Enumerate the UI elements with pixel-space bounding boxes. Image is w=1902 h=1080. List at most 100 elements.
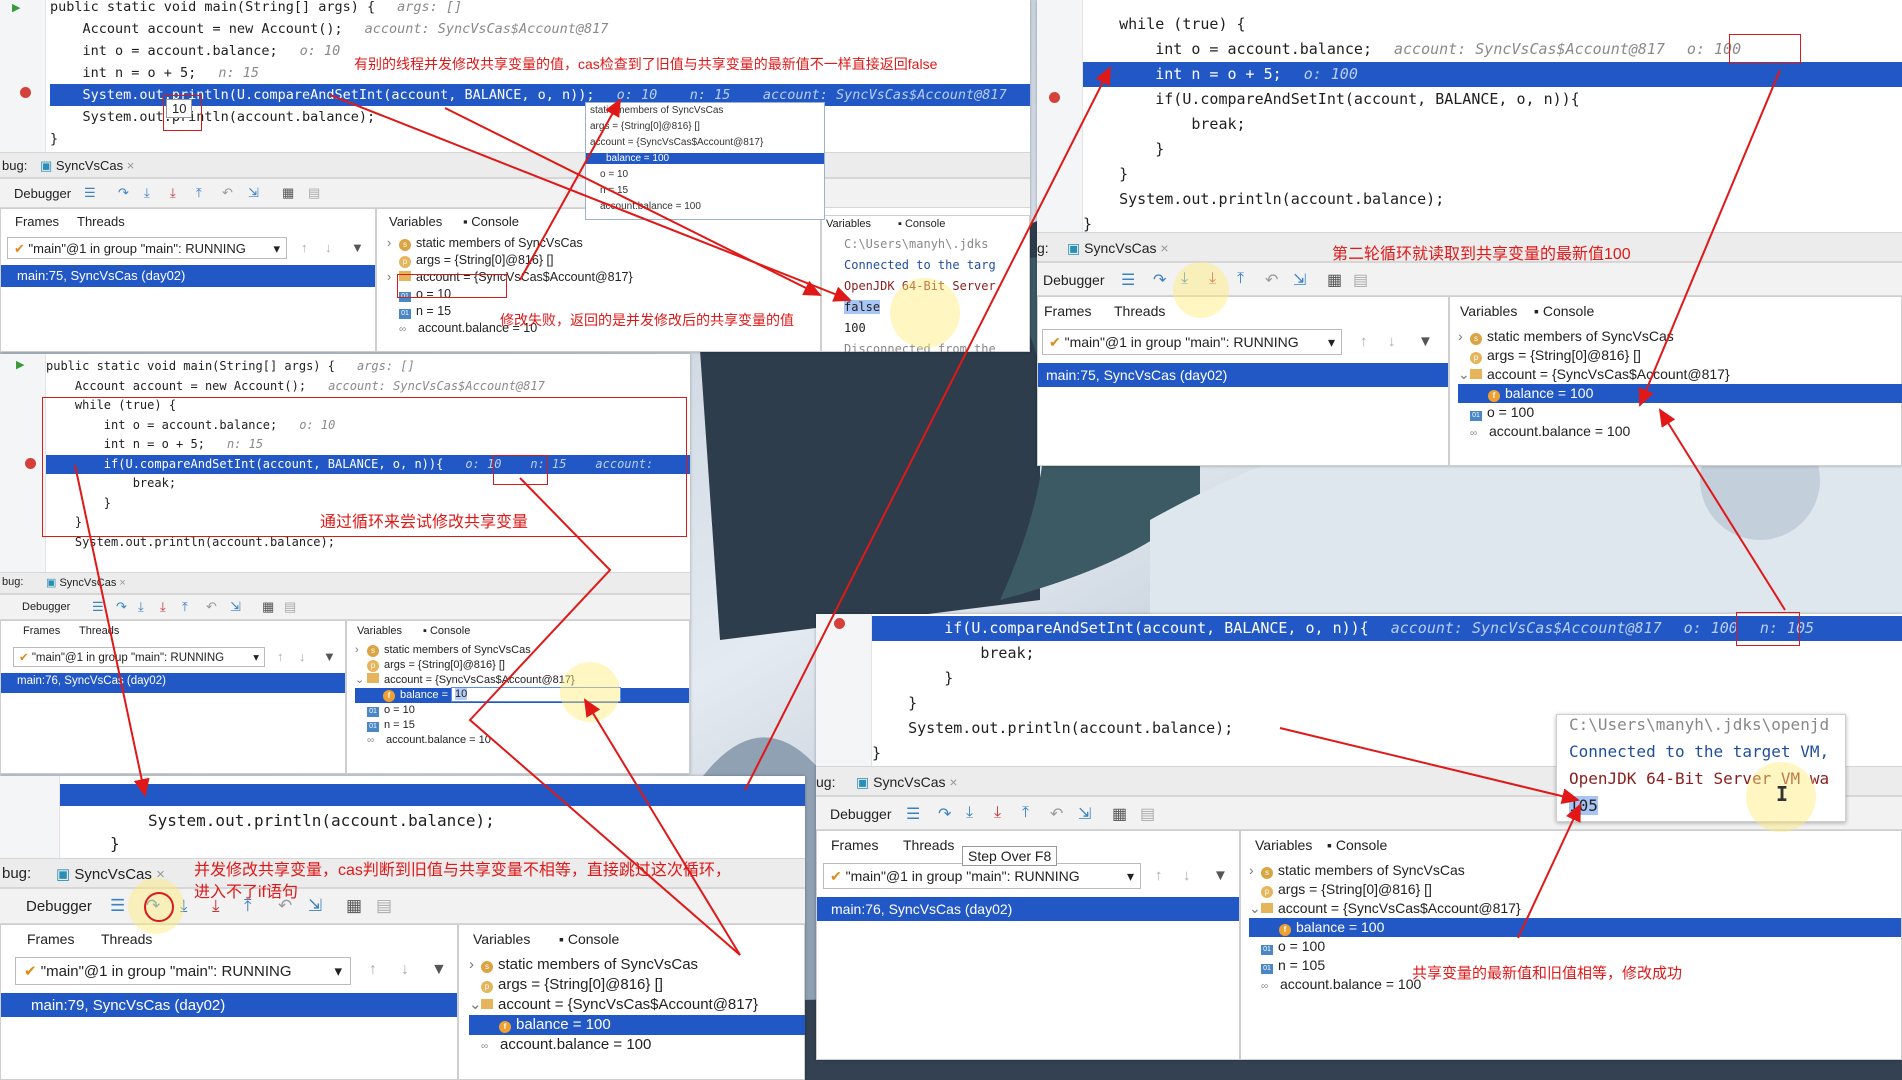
tab-threads[interactable]: Threads [79,625,119,637]
menu-icon[interactable]: ☰ [92,599,104,615]
variable-row[interactable]: › s static members of SyncVsCas [387,235,583,252]
variable-row[interactable]: ⌄ account = {SyncVsCas$Account@817} [355,673,575,688]
menu-icon[interactable]: ☰ [110,896,125,916]
trace-icon[interactable]: ▤ [1140,804,1155,824]
variable-row[interactable]: › s static members of SyncVsCas [1458,327,1674,346]
step-over-icon[interactable]: ↷ [1153,270,1166,290]
thread-selector[interactable]: ✔ "main"@1 in group "main": RUNNING ▾ [15,957,351,985]
force-step-into-icon[interactable]: ⤓ [170,185,176,201]
step-into-icon[interactable]: ⤓ [144,185,150,201]
variable-row[interactable]: f balance = 100 [469,1015,805,1035]
popup-row[interactable]: account = {SyncVsCas$Account@817} [590,137,824,148]
frame-item-selected[interactable]: main:75, SyncVsCas (day02) [1,265,375,287]
run-to-cursor-icon[interactable]: ⇲ [1293,270,1306,290]
up-arrow-icon[interactable]: ↑ [1155,867,1163,884]
breakpoint-icon[interactable] [834,618,845,629]
tab-variables[interactable]: Variables [1255,837,1312,853]
evaluate-icon[interactable]: ▦ [346,896,362,916]
tab-threads[interactable]: Threads [903,837,954,853]
code-editor[interactable]: System.out.println(account.balance); [148,810,805,832]
expand-arrow-icon[interactable]: ⌄ [1458,365,1470,384]
close-icon[interactable]: × [127,158,135,173]
inline-variables-popup[interactable]: static members of SyncVsCas args = {Strin… [585,102,825,220]
close-icon[interactable]: × [949,774,957,790]
tab-variables-2[interactable]: Variables [826,218,871,230]
tab-variables[interactable]: Variables [389,214,442,229]
tab-variables[interactable]: Variables [473,931,530,947]
tab-frames[interactable]: Frames [1044,303,1091,319]
variable-row[interactable]: p args = {String[0]@816} [] [387,252,553,269]
variable-row[interactable]: 01 n = 15 [355,718,415,733]
variable-row[interactable]: f balance = 100 [1249,918,1901,937]
frame-item-selected[interactable]: main:75, SyncVsCas (day02) [1038,363,1448,387]
breakpoint-icon[interactable] [25,458,36,469]
step-over-icon[interactable]: ↷ [116,599,127,615]
step-out-icon[interactable]: ⤒ [1022,804,1029,822]
expand-arrow-icon[interactable]: ⌄ [355,673,367,688]
popup-row[interactable]: args = {String[0]@816} [] [590,121,824,132]
variable-row[interactable]: › s static members of SyncVsCas [469,955,698,975]
tab-threads[interactable]: Threads [1114,303,1165,319]
tab-syncvscas[interactable]: ▣ SyncVsCas × [1067,240,1169,257]
evaluate-icon[interactable]: ▦ [282,185,294,201]
variable-row[interactable]: p args = {String[0]@816} [] [1249,880,1432,899]
variable-row[interactable]: f balance = 100 [1458,384,1902,403]
tab-frames[interactable]: Frames [831,837,878,853]
expand-arrow-icon[interactable]: › [469,955,481,975]
step-out-icon[interactable]: ⤒ [182,599,188,615]
variable-row[interactable]: ⌄ account = {SyncVsCas$Account@817} [469,995,758,1015]
popup-row[interactable]: account.balance = 100 [590,201,824,212]
tab-frames[interactable]: Frames [23,625,60,637]
thread-selector[interactable]: ✔ "main"@1 in group "main": RUNNING ▾ [7,237,287,259]
variable-row[interactable]: ∞ account.balance = 100 [469,1035,651,1055]
expand-arrow-icon[interactable]: › [1249,861,1261,880]
frame-item-selected[interactable]: main:76, SyncVsCas (day02) [1,673,345,693]
variable-row[interactable]: › s static members of SyncVsCas [1249,861,1465,880]
filter-icon[interactable]: ▼ [1213,867,1228,884]
step-into-icon[interactable]: ⤓ [138,599,144,615]
force-step-into-icon[interactable]: ⤓ [160,599,166,615]
debugger-tab[interactable]: Debugger [14,186,71,201]
run-to-cursor-icon[interactable]: ⇲ [1078,804,1091,824]
expand-arrow-icon[interactable]: ⌄ [469,995,482,1015]
variable-row[interactable]: 01 n = 15 [387,303,451,320]
filter-icon[interactable]: ▼ [1418,333,1433,350]
tab-console[interactable]: ▪ Console [1534,303,1594,319]
tab-console[interactable]: ▪ Console [559,931,619,947]
variable-row[interactable]: ∞ account.balance = 100 [1249,975,1421,994]
tab-variables[interactable]: Variables [1460,303,1517,319]
variable-row[interactable]: 01 o = 100 [1249,937,1325,956]
filter-icon[interactable]: ▼ [431,961,447,979]
up-arrow-icon[interactable]: ↑ [1360,333,1368,350]
close-icon[interactable]: × [1160,240,1168,256]
tab-frames[interactable]: Frames [15,214,59,229]
run-gutter-icon[interactable]: ▶ [12,1,20,14]
debugger-tab[interactable]: Debugger [1043,272,1105,288]
tab-console[interactable]: ▪ Console [463,214,519,229]
debugger-tab[interactable]: Debugger [22,601,70,613]
popup-row[interactable]: o = 10 [590,169,824,180]
run-gutter-icon[interactable]: ▶ [16,358,24,371]
force-step-into-icon[interactable]: ⤓ [994,804,1001,822]
run-to-cursor-icon[interactable]: ⇲ [230,599,241,615]
evaluate-icon[interactable]: ▦ [1327,270,1342,290]
tab-syncvscas[interactable]: ▣ SyncVsCas × [40,158,134,174]
run-to-cursor-icon[interactable]: ⇲ [248,185,259,201]
popup-row[interactable]: static members of SyncVsCas [590,105,824,116]
expand-arrow-icon[interactable]: › [387,235,399,252]
down-arrow-icon[interactable]: ↓ [401,961,409,979]
variable-row[interactable]: p args = {String[0]@816} [] [1458,346,1641,365]
expand-arrow-icon[interactable]: › [1458,327,1470,346]
breakpoint-icon[interactable] [20,87,31,98]
menu-icon[interactable]: ☰ [84,185,96,201]
debugger-tab[interactable]: Debugger [26,898,92,915]
expand-arrow-icon[interactable]: › [355,643,367,658]
tab-syncvscas[interactable]: ▣ SyncVsCas × [856,774,958,791]
debugger-tab[interactable]: Debugger [830,806,892,822]
tab-variables[interactable]: Variables [357,625,402,637]
variable-row[interactable]: ⌄ account = {SyncVsCas$Account@817} [1458,365,1730,384]
trace-icon[interactable]: ▤ [308,185,320,201]
filter-icon[interactable]: ▼ [351,240,364,255]
step-over-icon[interactable]: ↷ [938,804,951,824]
variable-row[interactable]: 01 o = 10 [355,703,415,718]
